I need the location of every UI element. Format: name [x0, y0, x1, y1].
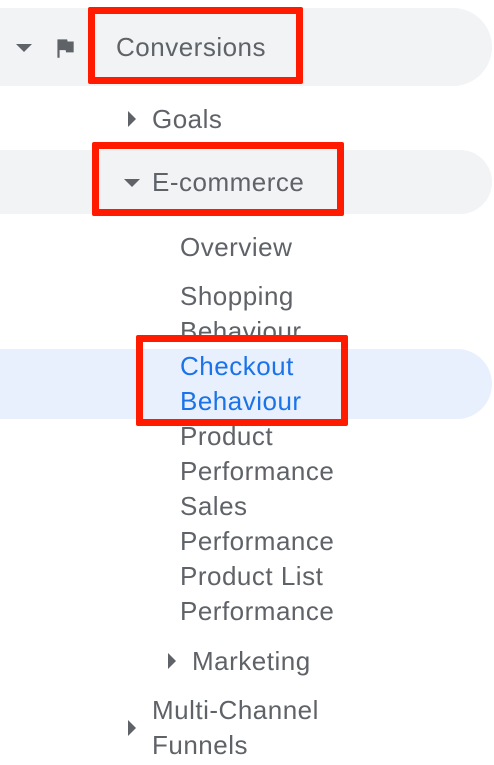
nav-item-ecommerce[interactable]: E-commerce — [152, 165, 304, 200]
nav-item-goals[interactable]: Goals — [152, 102, 222, 137]
nav-item-checkout-behaviour[interactable]: Checkout Behaviour — [180, 349, 330, 419]
nav-item-multi-channel-funnels-label: Multi-Channel Funnels — [152, 695, 319, 760]
nav-item-overview[interactable]: Overview — [180, 230, 292, 265]
nav-item-product-performance[interactable]: Product Performance — [180, 419, 370, 489]
flag-icon — [57, 39, 74, 58]
nav-item-sales-performance-label: Sales Performance — [180, 491, 335, 556]
nav-item-shopping-behaviour[interactable]: Shopping Behaviour — [180, 279, 340, 343]
caret-right-icon[interactable] — [128, 720, 136, 736]
nav-item-product-performance-label: Product Performance — [180, 421, 335, 486]
nav-item-shopping-behaviour-label: Shopping Behaviour — [180, 281, 302, 343]
nav-item-checkout-behaviour-label: Checkout Behaviour — [180, 351, 302, 416]
caret-right-icon[interactable] — [168, 653, 176, 669]
caret-right-icon[interactable] — [128, 111, 136, 127]
nav-item-product-list-performance-label: Product List Performance — [180, 561, 335, 626]
nav-item-sales-performance[interactable]: Sales Performance — [180, 489, 370, 559]
caret-down-icon[interactable] — [16, 44, 32, 52]
nav-item-conversions[interactable]: Conversions — [116, 30, 266, 65]
nav-item-multi-channel-funnels[interactable]: Multi-Channel Funnels — [152, 693, 352, 763]
nav-item-marketing[interactable]: Marketing — [192, 644, 311, 679]
caret-down-icon[interactable] — [124, 179, 140, 187]
nav-item-product-list-performance[interactable]: Product List Performance — [180, 559, 370, 629]
